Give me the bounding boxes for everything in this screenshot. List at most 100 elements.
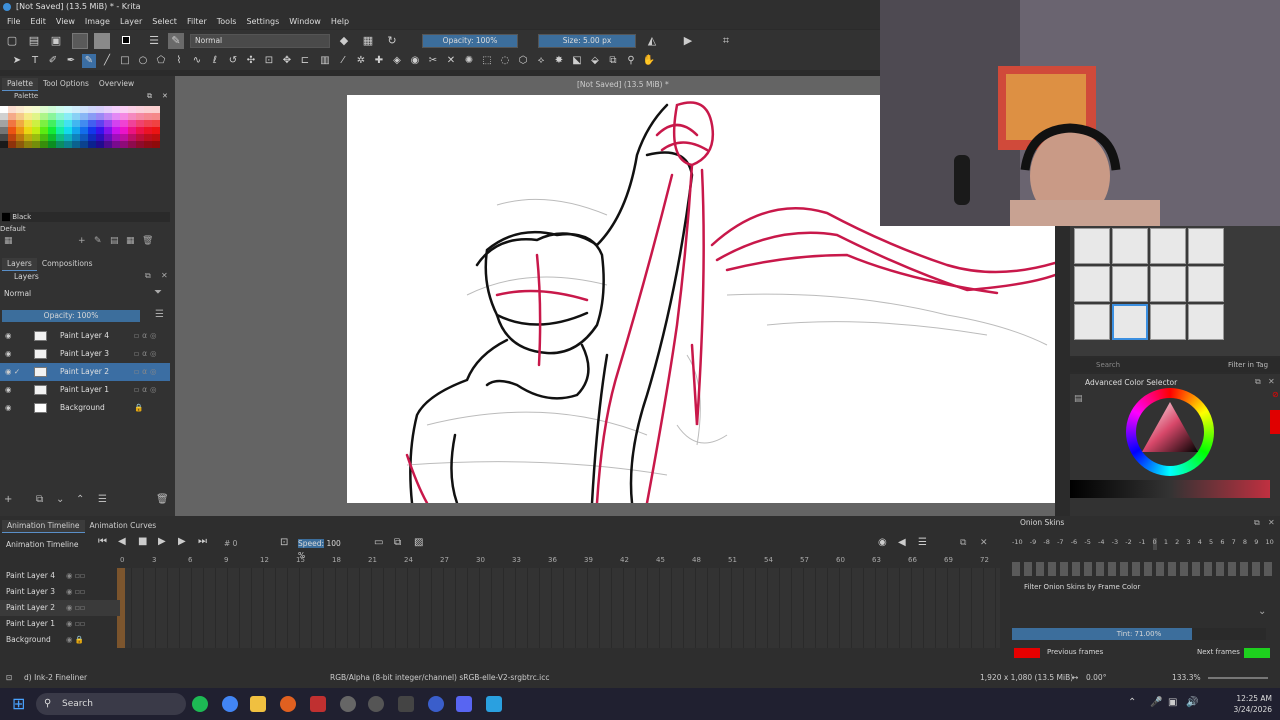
palette-swatch[interactable] bbox=[96, 141, 104, 148]
palette-swatch[interactable] bbox=[104, 106, 112, 113]
menu-window[interactable]: Window bbox=[284, 14, 326, 29]
tab-overview[interactable]: Overview bbox=[94, 78, 139, 91]
layer-blend-select[interactable]: Normal bbox=[2, 288, 147, 300]
palette-swatch[interactable] bbox=[56, 120, 64, 127]
palette-swatch[interactable] bbox=[8, 141, 16, 148]
drop-frames-icon[interactable]: ⊡ bbox=[280, 537, 288, 548]
play-icon[interactable]: ▶ bbox=[158, 536, 166, 547]
palette-swatch[interactable] bbox=[128, 141, 136, 148]
color-patch-red[interactable] bbox=[1270, 410, 1280, 434]
stop-icon[interactable]: ■ bbox=[138, 536, 147, 547]
ellipse-select-icon[interactable]: ◌ bbox=[498, 54, 512, 68]
audio-volume-icon[interactable]: ◀ bbox=[898, 537, 906, 548]
palette-swatch[interactable] bbox=[136, 127, 144, 134]
palette-swatch[interactable] bbox=[112, 127, 120, 134]
color-space-info[interactable]: RGB/Alpha (8-bit integer/channel) sRGB-e… bbox=[330, 668, 549, 688]
color-close-icon[interactable]: ✕ bbox=[1268, 377, 1275, 386]
menu-view[interactable]: View bbox=[51, 14, 80, 29]
reload-preset-icon[interactable]: ↻ bbox=[384, 33, 400, 49]
palette-swatch[interactable] bbox=[64, 106, 72, 113]
timeline-layer-icons[interactable]: ◉ ▫▫ bbox=[66, 616, 85, 632]
palette-swatch[interactable] bbox=[0, 106, 8, 113]
tab-animation-timeline[interactable]: Animation Timeline bbox=[2, 520, 85, 533]
timeline-close-icon[interactable]: ✕ bbox=[980, 538, 988, 548]
onion-frame-number[interactable]: 2 bbox=[1175, 538, 1179, 550]
timeline-menu-icon[interactable]: ☰ bbox=[918, 537, 927, 548]
palette-swatch[interactable] bbox=[16, 141, 24, 148]
opacity-slider[interactable]: Opacity: 100% bbox=[422, 34, 518, 48]
layer-row-selected[interactable]: ◉ ✓ Paint Layer 2 ▫α◎ bbox=[0, 363, 170, 381]
timeline-layer-icons[interactable]: ◉ ▫▫ bbox=[66, 568, 85, 584]
palette-swatch[interactable] bbox=[88, 134, 96, 141]
zoom-slider[interactable] bbox=[1208, 677, 1268, 679]
palette-swatch[interactable] bbox=[40, 113, 48, 120]
layer-row[interactable]: ◉ Paint Layer 4 ▫α◎ bbox=[0, 327, 170, 345]
palette-swatch[interactable] bbox=[144, 127, 152, 134]
palette-swatch[interactable] bbox=[24, 141, 32, 148]
palette-swatch[interactable] bbox=[112, 141, 120, 148]
onion-close-icon[interactable]: ✕ bbox=[1268, 518, 1275, 527]
palette-swatch[interactable] bbox=[64, 120, 72, 127]
preserve-alpha-icon[interactable]: ▦ bbox=[360, 33, 376, 49]
palette-swatch[interactable] bbox=[104, 120, 112, 127]
brave-icon[interactable] bbox=[310, 696, 326, 712]
palette-swatch[interactable] bbox=[56, 134, 64, 141]
brush-preset-tile-selected[interactable] bbox=[1112, 304, 1148, 340]
onion-frame-number[interactable]: -2 bbox=[1125, 538, 1131, 550]
palette-swatch[interactable] bbox=[24, 113, 32, 120]
palette-swatch[interactable] bbox=[32, 106, 40, 113]
palette-swatch[interactable] bbox=[136, 120, 144, 127]
bezier-tool-icon[interactable]: ∿ bbox=[190, 54, 204, 68]
discord-icon[interactable] bbox=[456, 696, 472, 712]
menu-select[interactable]: Select bbox=[147, 14, 182, 29]
clock[interactable]: 12:25 AM 3/24/2026 bbox=[1228, 693, 1272, 715]
brush-settings-icon[interactable]: ☰ bbox=[146, 33, 162, 49]
color-settings-icon[interactable]: ▤ bbox=[1074, 394, 1083, 404]
tab-layers[interactable]: Layers bbox=[2, 258, 37, 271]
palette-swatch[interactable] bbox=[128, 106, 136, 113]
palette-editor-icon[interactable]: ▤ bbox=[110, 236, 119, 246]
onion-frame-number[interactable]: -1 bbox=[1139, 538, 1145, 550]
palette-swatch[interactable] bbox=[144, 141, 152, 148]
pen-app-icon[interactable] bbox=[486, 696, 502, 712]
palette-swatch[interactable] bbox=[48, 141, 56, 148]
outline-select-icon[interactable]: ⟡ bbox=[534, 54, 548, 68]
palette-swatch[interactable] bbox=[16, 127, 24, 134]
palette-swatch[interactable] bbox=[64, 134, 72, 141]
palette-swatch[interactable] bbox=[120, 134, 128, 141]
reference-tool-icon[interactable]: ✺ bbox=[462, 54, 476, 68]
palette-swatch[interactable] bbox=[0, 141, 8, 148]
current-frame-field[interactable]: # 0 bbox=[224, 538, 264, 550]
layer-lock-icon[interactable]: ▫α◎ bbox=[134, 381, 160, 399]
rect-select-icon[interactable]: ⬚ bbox=[480, 54, 494, 68]
menu-edit[interactable]: Edit bbox=[25, 14, 51, 29]
tab-compositions[interactable]: Compositions bbox=[37, 258, 98, 271]
timeline-layer-row-selected[interactable]: Paint Layer 2 ◉ ▫▫ bbox=[0, 600, 120, 616]
brush-preset-icon[interactable]: ✎ bbox=[168, 33, 184, 49]
taskbar-search-box[interactable]: ⚲ Search bbox=[36, 693, 186, 715]
palette-swatch[interactable] bbox=[16, 134, 24, 141]
brush-preset-tile[interactable] bbox=[1074, 304, 1110, 340]
onion-frame-number[interactable]: -7 bbox=[1057, 538, 1063, 550]
smart-patch-icon[interactable]: ✚ bbox=[372, 54, 386, 68]
palette-swatch[interactable] bbox=[64, 141, 72, 148]
palette-swatch[interactable] bbox=[16, 120, 24, 127]
menu-filter[interactable]: Filter bbox=[182, 14, 212, 29]
palette-swatch[interactable] bbox=[120, 141, 128, 148]
palette-swatch[interactable] bbox=[88, 141, 96, 148]
contiguous-select-icon[interactable]: ✸ bbox=[552, 54, 566, 68]
palette-swatch[interactable] bbox=[24, 134, 32, 141]
visibility-eye-icon[interactable]: ◉ bbox=[5, 399, 12, 417]
save-icon[interactable]: ▣ bbox=[48, 33, 64, 49]
onion-float-icon[interactable]: ⧉ bbox=[1254, 518, 1260, 528]
timeline-layer-row[interactable]: Paint Layer 1 ◉ ▫▫ bbox=[0, 616, 120, 632]
palette-swatch[interactable] bbox=[80, 106, 88, 113]
volume-icon[interactable]: 🔊 bbox=[1186, 697, 1198, 708]
move-tool-icon[interactable]: ✥ bbox=[280, 54, 294, 68]
onion-frame-number[interactable]: -10 bbox=[1012, 538, 1023, 550]
brush-preset-tile[interactable] bbox=[1150, 304, 1186, 340]
palette-swatch[interactable] bbox=[8, 134, 16, 141]
color-triangle[interactable] bbox=[1138, 400, 1202, 460]
brush-preset-tile[interactable] bbox=[1074, 228, 1110, 264]
brush-preset-tile[interactable] bbox=[1150, 228, 1186, 264]
